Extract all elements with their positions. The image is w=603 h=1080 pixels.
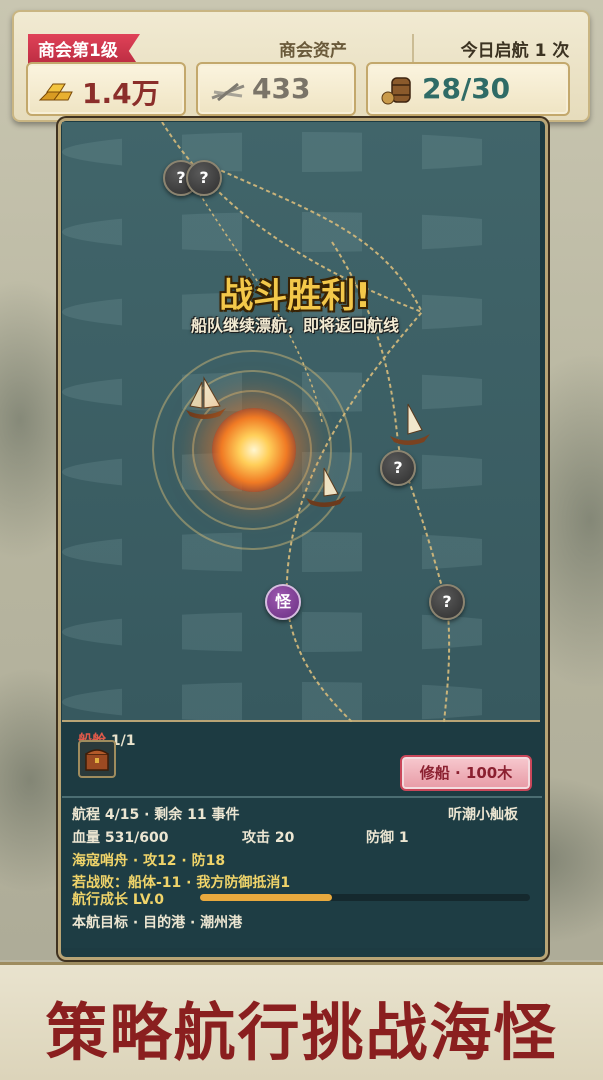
- wood-value: 433: [252, 72, 311, 105]
- unknown-event-node[interactable]: ?: [429, 584, 465, 620]
- enemy-info: 海寇哨舟 · 攻12 · 防18: [72, 853, 226, 869]
- cargo-resource[interactable]: 28/30: [366, 62, 570, 116]
- growth-progress-bar: [200, 894, 530, 901]
- daily-sail-count: 今日启航 1 次: [460, 41, 570, 61]
- promo-slogan: 策略航行挑战海怪: [45, 996, 558, 1069]
- wood-resource[interactable]: 433: [196, 62, 356, 116]
- attack-stat: 攻击 20: [242, 830, 295, 846]
- unknown-event-node[interactable]: ?: [186, 160, 222, 196]
- voyage-progress-text: 航程 4/15 · 剩余 11 事件: [72, 807, 240, 823]
- treasure-chest-icon: [85, 749, 109, 771]
- unknown-event-node[interactable]: ?: [380, 450, 416, 486]
- victory-title: 战斗胜利!: [219, 276, 371, 316]
- player-ship-icon[interactable]: [180, 372, 232, 424]
- growth-progress-fill: [200, 894, 332, 901]
- explosion-effect: [212, 408, 296, 492]
- ally-ship-icon[interactable]: [300, 460, 352, 512]
- repair-ship-button[interactable]: 修船 · 100木: [400, 755, 532, 791]
- enemy-ship-icon[interactable]: [384, 398, 436, 450]
- monster-node[interactable]: 怪: [265, 584, 301, 620]
- gold-value: 1.4万: [82, 77, 160, 110]
- defense-stat: 防御 1: [366, 830, 409, 846]
- hold-slot[interactable]: [78, 740, 116, 778]
- victory-subtitle: 船队继续漂航，即将返回航线: [190, 316, 399, 335]
- hp-stat: 血量 531/600: [72, 830, 169, 846]
- wood-icon: [208, 74, 248, 106]
- growth-level: 航行成长 LV.0: [72, 892, 164, 908]
- assets-title: 商会资产: [279, 41, 347, 61]
- gold-bars-icon: [38, 74, 78, 106]
- cargo-barrel-icon: [378, 74, 418, 106]
- cargo-value: 28/30: [422, 72, 511, 105]
- gold-resource[interactable]: 1.4万: [26, 62, 186, 116]
- voyage-goal: 本航目标 · 目的港 · 潮州港: [72, 915, 243, 931]
- ship-name: 听潮小舢板: [448, 807, 518, 823]
